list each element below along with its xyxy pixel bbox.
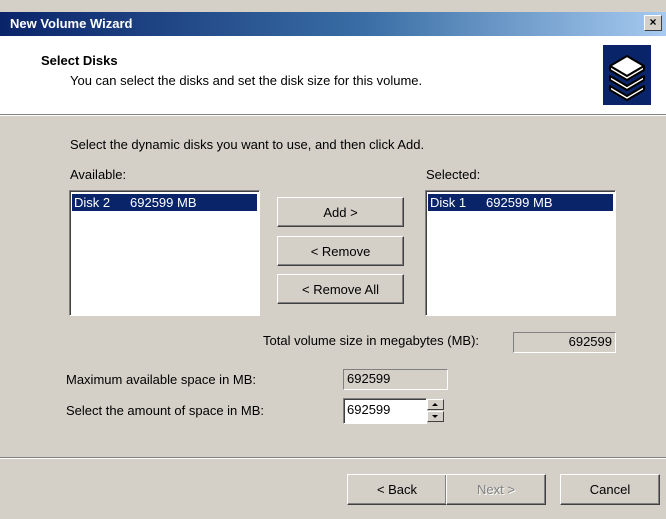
max-space-label: Maximum available space in MB:	[66, 372, 257, 387]
remove-button[interactable]: < Remove	[277, 236, 404, 266]
page-subtitle: You can select the disks and set the dis…	[70, 73, 423, 88]
page-title: Select Disks	[41, 53, 118, 68]
title-bar[interactable]: New Volume Wizard ×	[0, 12, 666, 36]
selected-label: Selected:	[426, 167, 480, 182]
disk-name: Disk 2	[74, 195, 111, 210]
back-button[interactable]: < Back	[347, 474, 447, 505]
list-item[interactable]: Disk 2 692599 MB	[72, 194, 257, 211]
spin-up-button[interactable]	[427, 399, 444, 410]
max-space-value: 692599	[343, 369, 448, 390]
close-icon[interactable]: ×	[644, 15, 662, 31]
add-button[interactable]: Add >	[277, 197, 404, 227]
wizard-header: Select Disks You can select the disks an…	[0, 36, 666, 115]
selected-disks-list[interactable]: Disk 1 692599 MB	[425, 190, 616, 316]
remove-all-button[interactable]: < Remove All	[277, 274, 404, 304]
chevron-up-icon	[432, 403, 438, 406]
disk-size: 692599 MB	[130, 195, 197, 210]
available-label-text: Available:	[70, 167, 127, 182]
amount-label: Select the amount of space in MB:	[66, 403, 264, 418]
available-disks-list[interactable]: Disk 2 692599 MB	[69, 190, 260, 316]
disk-size: 692599 MB	[486, 195, 553, 210]
selected-label-text: Selected:	[426, 167, 481, 182]
instructions-text: Select the dynamic disks you want to use…	[70, 137, 425, 152]
next-button[interactable]: Next >	[446, 474, 546, 505]
footer-divider-highlight	[0, 458, 666, 459]
cancel-button[interactable]: Cancel	[560, 474, 660, 505]
amount-input[interactable]: 692599	[343, 398, 427, 424]
window-title: New Volume Wizard	[10, 16, 133, 31]
available-label: Available:	[70, 167, 126, 182]
list-item[interactable]: Disk 1 692599 MB	[428, 194, 613, 211]
amount-spinner[interactable]	[427, 399, 444, 423]
total-size-value: 692599	[513, 332, 616, 353]
disk-name: Disk 1	[430, 195, 467, 210]
wizard-disks-icon	[603, 45, 651, 105]
total-size-label: Total volume size in megabytes (MB):	[263, 333, 480, 348]
spin-down-button[interactable]	[427, 411, 444, 422]
header-divider	[0, 115, 666, 116]
chevron-down-icon	[432, 415, 438, 418]
